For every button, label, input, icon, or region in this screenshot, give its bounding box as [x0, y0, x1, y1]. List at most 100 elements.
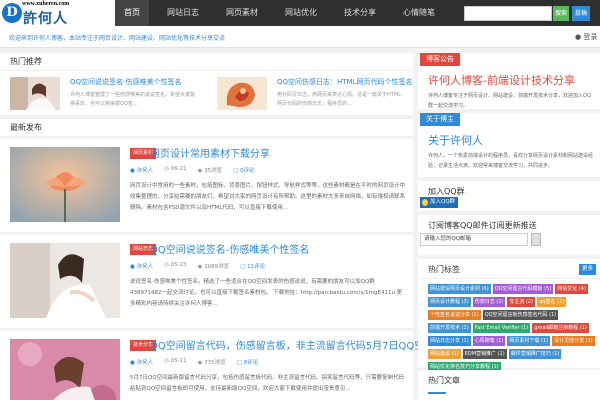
tag-link[interactable]: 网站日志分享 (1) [428, 336, 471, 346]
recommend-heading: 热门推荐 [0, 53, 413, 71]
recommend-thumbnail-girl[interactable] [10, 77, 60, 110]
latest-heading: 最新发布 [0, 119, 413, 137]
tags-heading: 热门标签 [428, 265, 460, 274]
search-input[interactable] [464, 6, 552, 21]
tag-link[interactable]: 网站优化 (4) [555, 284, 588, 294]
post-date: ◷ 05-23 [164, 262, 187, 268]
notice-bar: 欢迎来到许何人博客，本站专注于网页设计、网站建设、网站优化等技术分享交流 ● 登… [0, 26, 600, 48]
post-item: 技术分享 QQ空间留言代码，伤感留言板，非主流留言代码5月7日QQ空间最新版代码… [0, 331, 504, 400]
post-author[interactable]: ● 许何人 [130, 166, 153, 174]
nav-item-essays[interactable]: 心情随笔 [394, 0, 444, 26]
nav-item-web-assets[interactable]: 网页素材 [217, 0, 267, 26]
widget-tags: 热门标签 更多 网站建设网页设计素材 (6) QQ空间留言代码模板 (5) 网站优化… [418, 259, 600, 372]
tag-link[interactable]: QQ空间留言代码模板 (5) [492, 284, 554, 294]
tag-link[interactable]: 网站建设 (1) [428, 349, 461, 359]
tag-link[interactable]: 网页素材下载 (1) [507, 336, 551, 346]
nav-item-home[interactable]: 首页 [115, 0, 149, 26]
hot-posts-underline [428, 392, 446, 394]
post-author[interactable]: ● 许何人 [130, 262, 153, 270]
hot-posts-heading: 热门文章 [428, 376, 460, 385]
subscribe-heading: 订阅博客QQ邮件订阅更新推送 [428, 221, 537, 230]
recommend-panel: 热门推荐 QQ空间说说签名-伤感唯美个性签名 许何人博客整理了一些伤感唯美的说说… [0, 53, 413, 115]
tag-link[interactable]: 网页设计教程 (3) [428, 297, 471, 307]
tag-link[interactable]: qq签名 (2) [537, 297, 567, 307]
recommend-item[interactable]: QQ空间说说签名-伤感唯美个性签名 许何人博客整理了一些伤感唯美的说说签名，希望… [0, 73, 206, 113]
post-comments[interactable]: □ 11评论 [240, 262, 265, 270]
recommend-desc: 用代码写日志，用网页来表达心情。这是一篇关于HTML网页代码的伤感日志，程序员的… [277, 92, 401, 107]
user-login[interactable]: ● 登录 [575, 32, 597, 42]
logo-url: www.xuheren.com [22, 1, 70, 7]
user-icon: ● [575, 33, 582, 41]
post-meta: ● 许何人 ◷ 05-11 ◉ 735浏览 □ 8评论 [130, 358, 258, 366]
recommend-thumbnail-art[interactable] [217, 77, 267, 110]
tag-link[interactable]: 前端开发技术 (1) [428, 323, 471, 333]
sidebar: 博客公告 许何人博客-前端设计技术分享 许何人博客专注于网页设计、网站建设、前端… [418, 53, 600, 400]
post-date: ◷ 06-21 [164, 166, 187, 172]
tag-link[interactable]: 伤感日志 (2) [472, 297, 506, 307]
post-thumbnail-portrait[interactable] [10, 339, 120, 400]
widget-qq-group: 加入QQ群 加入QQ群 [418, 181, 600, 211]
widget-hot-posts: 热门文章 [418, 370, 600, 400]
tags-more-button[interactable]: 更多 [579, 264, 596, 275]
post-views: ◉ 1089浏览 [197, 264, 230, 270]
tag-link[interactable]: 非主流 (2) [507, 297, 536, 307]
about-title[interactable]: 关于许何人 [428, 132, 483, 148]
tag-link[interactable]: 设计灵感分享 (1) [552, 336, 595, 346]
latest-panel: 最新发布 网页素材 网页设计常用素材下载分享 ● 许何人 ◷ 06-21 ◉ 3… [0, 119, 504, 400]
about-tag: 关于博主 [420, 113, 460, 126]
announcement-title[interactable]: 许何人博客-前端设计技术分享 [428, 72, 575, 88]
post-date: ◷ 05-11 [164, 358, 187, 364]
join-qq-group-button[interactable]: 加入QQ群 [420, 197, 459, 208]
post-excerpt: 说说签名-伤感唯美个性签名，精选了一些适合在QQ空间发表的伤感说说，有需要的朋友… [130, 279, 403, 307]
main-nav: 首页 网站日志 网页素材 网站优化 技术分享 心情随笔 [115, 0, 453, 26]
about-text: 许何人，一个热爱前端设计的程序员，喜欢分享网页设计素材和网站建设经验，记录生活点… [428, 153, 594, 169]
divider [418, 278, 600, 279]
tag-link[interactable]: gmail邮箱注册教程 (1) [532, 323, 589, 333]
announcement-tag: 博客公告 [420, 53, 460, 66]
tag-link[interactable]: 个性签名说说分享 (1) [428, 310, 481, 320]
tag-link[interactable]: 网站建设网页设计素材 (6) [428, 284, 491, 294]
subscribe-submit-button[interactable] [531, 233, 541, 246]
main-content: 热门推荐 QQ空间说说签名-伤感唯美个性签名 许何人博客整理了一些伤感唯美的说说… [0, 53, 504, 400]
top-navbar: D www.xuheren.com 許何人 首页 网站日志 网页素材 网站优化 … [0, 0, 600, 27]
post-thumbnail-flower[interactable] [10, 147, 120, 222]
post-item: 网页素材 网页设计常用素材下载分享 ● 许何人 ◷ 06-21 ◉ 35浏览 □… [0, 139, 413, 233]
post-thumbnail-girl[interactable] [10, 243, 120, 318]
search-button[interactable]: 搜索 [553, 6, 569, 21]
recommend-desc: 许何人博客整理了一些伤感唯美的说说签名，希望大家能够喜欢，也可以用来做QQ签..… [70, 92, 196, 107]
tag-link[interactable]: Fast Email Verifier (1) [472, 323, 531, 333]
post-meta: ● 许何人 ◷ 06-21 ◉ 35浏览 □ 0评论 [130, 166, 255, 174]
recommend-title[interactable]: QQ空间伤感日志：HTML网页代码个性签名 [277, 77, 413, 87]
post-author[interactable]: ● 许何人 [130, 358, 153, 366]
post-comments[interactable]: □ 0评论 [233, 166, 254, 174]
tag-cloud: 网站建设网页设计素材 (6) QQ空间留言代码模板 (5) 网站优化 (4) 网页设计… [428, 284, 598, 372]
nav-item-seo[interactable]: 网站优化 [276, 0, 326, 26]
notice-marquee: 欢迎来到许何人博客，本站专注于网页设计、网站建设、网站优化等技术分享交流 [9, 35, 226, 42]
post-item: 网站日志 QQ空间说说签名-伤感唯美个性签名 ● 许何人 ◷ 05-23 ◉ 1… [0, 235, 413, 329]
post-views: ◉ 35浏览 [197, 168, 223, 174]
nav-item-tech[interactable]: 技术分享 [335, 0, 385, 26]
recommend-item[interactable]: QQ空间伤感日志：HTML网页代码个性签名 用代码写日志，用网页来表达心情。这是… [207, 73, 413, 113]
post-comments[interactable]: □ 8评论 [237, 358, 258, 366]
nav-item-site-log[interactable]: 网站日志 [158, 0, 208, 26]
tag-link[interactable]: EDM营销推广 (1) [462, 349, 507, 359]
post-title[interactable]: QQ空间说说签名-伤感唯美个性签名 [150, 241, 309, 256]
post-views: ◉ 735浏览 [197, 360, 226, 366]
tag-link[interactable]: 心情随笔 (1) [472, 336, 506, 346]
widget-announcement: 博客公告 许何人博客-前端设计技术分享 许何人博客专注于网页设计、网站建设、前端… [418, 53, 600, 109]
logo-mark-icon: D [2, 3, 22, 23]
post-excerpt: 5月7日QQ空间最新版留言代码分享，包括伤感留言板代码、非主流留言代码、搞笑留言… [130, 375, 405, 392]
widget-about: 关于博主 关于许何人 许何人，一个热爱前端设计的程序员，喜欢分享网页设计素材和网… [418, 113, 600, 177]
submit-post-button[interactable]: 投稿 [572, 6, 590, 21]
tag-link[interactable]: QQ空间留言板伤感签名代码 (1) [482, 310, 559, 320]
site-logo[interactable]: D www.xuheren.com 許何人 [0, 0, 115, 27]
post-excerpt: 网页设计中常用的一些素材，包括图标、背景图片、按钮样式、导航样式等等，这些素材都… [130, 183, 405, 211]
tag-link[interactable]: 邮件营销推广技巧 (1) [508, 349, 562, 359]
post-title[interactable]: 网页设计常用素材下载分享 [150, 145, 270, 160]
recommend-title[interactable]: QQ空间说说签名-伤感唯美个性签名 [70, 77, 182, 87]
page: D www.xuheren.com 許何人 首页 网站日志 网页素材 网站优化 … [0, 0, 600, 400]
subscribe-email-input[interactable]: 请输入您的QQ邮箱 [420, 233, 528, 246]
qq-group-heading: 加入QQ群 [428, 187, 465, 196]
widget-subscribe: 订阅博客QQ邮件订阅更新推送 请输入您的QQ邮箱 [418, 215, 600, 255]
login-link[interactable]: 登录 [583, 33, 597, 41]
